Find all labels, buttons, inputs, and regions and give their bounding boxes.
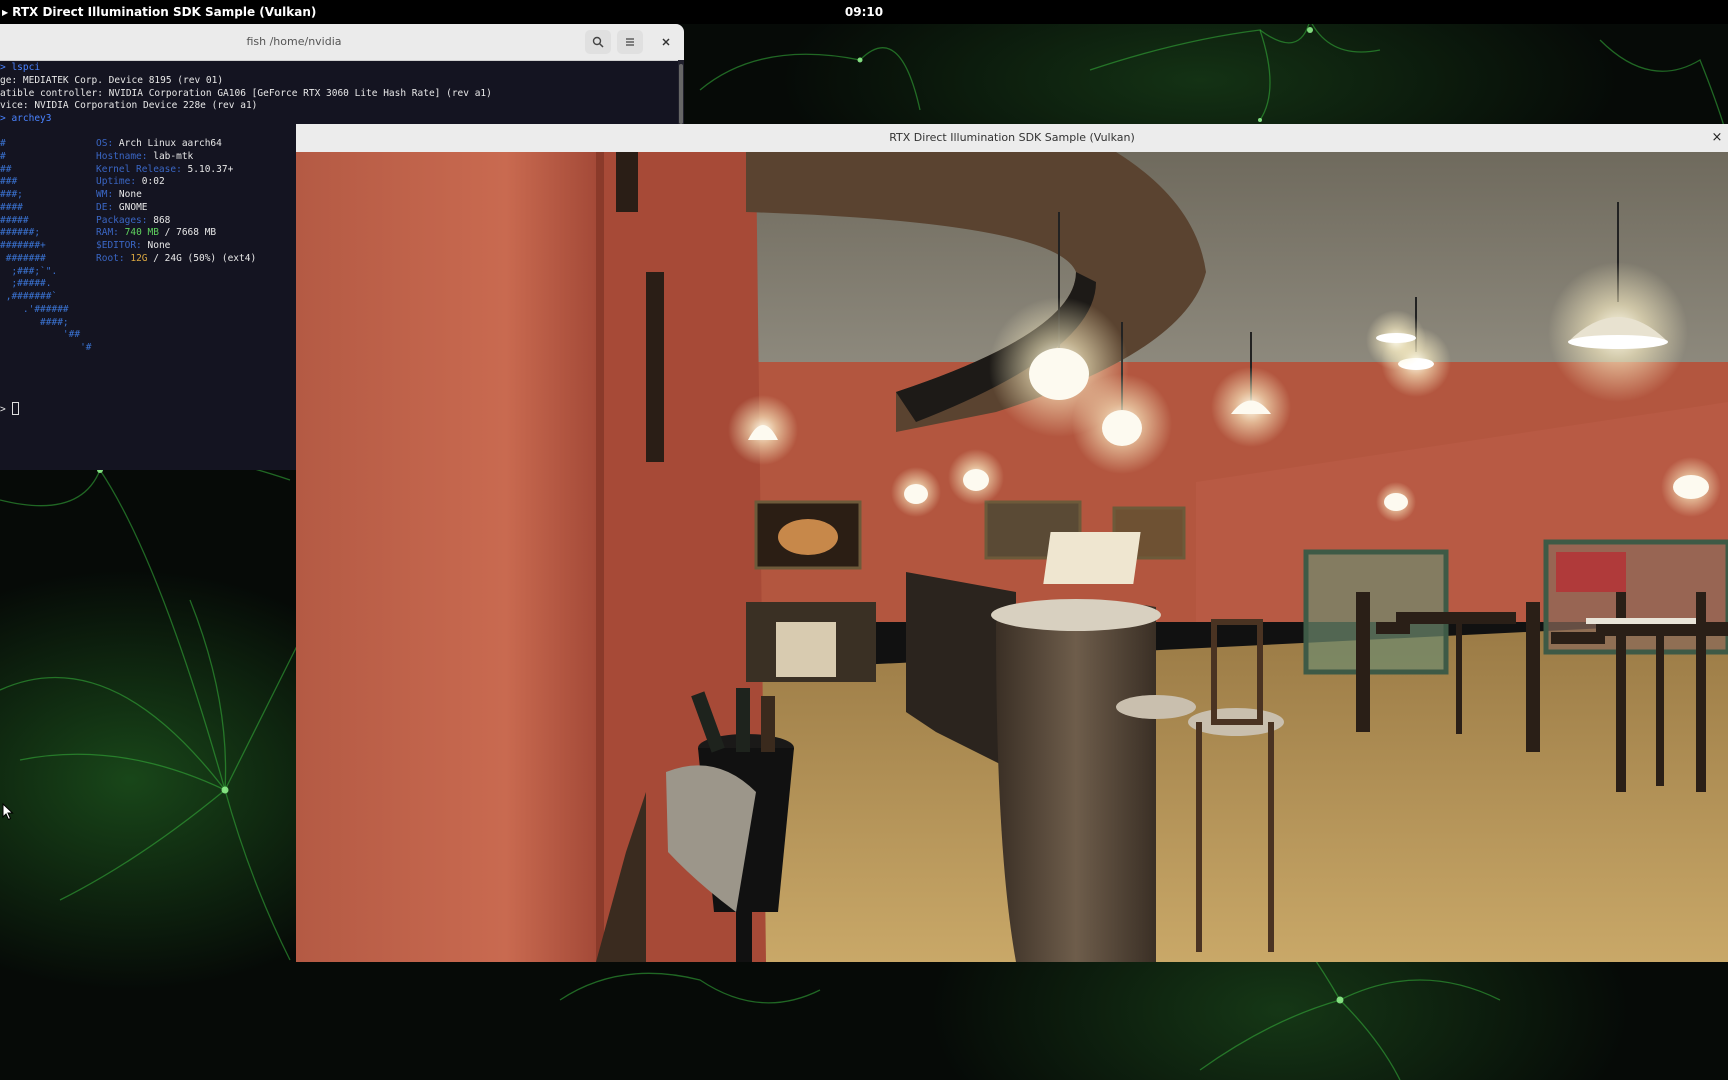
scrollbar-thumb[interactable] <box>679 64 683 124</box>
terminal-line: ge: MEDIATEK Corp. Device 8195 (rev 01) <box>0 75 224 86</box>
archey-hostname: Hostname: lab-mtk <box>96 151 194 162</box>
hamburger-menu-icon <box>626 38 634 46</box>
ascii-art-line: ####### <box>0 253 46 264</box>
terminal-title: fish /home/nvidia <box>246 35 342 48</box>
ascii-art-line: ## <box>0 164 12 175</box>
archey-editor: $EDITOR: None <box>96 240 171 251</box>
app-menu-arrow-icon: ▶ <box>2 7 9 17</box>
vulkan-window-close-button[interactable]: × <box>1708 128 1726 148</box>
terminal-header-bar[interactable]: fish /home/nvidia <box>0 24 684 61</box>
ascii-art-line: ###; <box>0 189 23 200</box>
archey-ram: RAM: 740 MB / 7668 MB <box>96 227 217 238</box>
archey-de: DE: GNOME <box>96 202 148 213</box>
ascii-art-line: ##### <box>0 215 29 226</box>
terminal-menu-button[interactable] <box>617 30 643 54</box>
terminal-cursor <box>12 402 19 415</box>
vulkan-window-title: RTX Direct Illumination SDK Sample (Vulk… <box>889 131 1135 144</box>
archey-uptime: Uptime: 0:02 <box>96 176 165 187</box>
terminal-prompt: > <box>0 404 6 415</box>
ascii-art-line: # <box>0 138 6 149</box>
app-menu-button[interactable]: ▶ RTX Direct Illumination SDK Sample (Vu… <box>0 0 316 24</box>
terminal-line: vice: NVIDIA Corporation Device 228e (re… <box>0 100 258 111</box>
clock[interactable]: 09:10 <box>845 5 883 19</box>
ascii-art-line: #### <box>0 202 23 213</box>
ascii-art-line: ,#######` <box>0 291 58 302</box>
archey-os: OS: Arch Linux aarch64 <box>96 138 222 149</box>
terminal-search-button[interactable] <box>585 30 611 54</box>
terminal-line: atible controller: NVIDIA Corporation GA… <box>0 88 492 99</box>
ascii-art-line: '## <box>0 329 81 340</box>
archey-root: Root: 12G / 24G (50%) (ext4) <box>96 253 257 264</box>
archey-wm: WM: None <box>96 189 142 200</box>
ascii-art-line: # <box>0 151 6 162</box>
ascii-art-line: ;#####. <box>0 278 52 289</box>
vulkan-window-header[interactable]: RTX Direct Illumination SDK Sample (Vulk… <box>296 124 1728 153</box>
ascii-art-line: ####; <box>0 317 69 328</box>
mouse-pointer-icon <box>2 803 14 821</box>
render-viewport[interactable] <box>296 152 1728 962</box>
ascii-art-line: ### <box>0 176 18 187</box>
close-icon: × <box>1711 130 1723 145</box>
ascii-art-line: ;###;`". <box>0 266 58 277</box>
app-menu-label: RTX Direct Illumination SDK Sample (Vulk… <box>12 5 317 19</box>
top-bar: ▶ RTX Direct Illumination SDK Sample (Vu… <box>0 0 1728 24</box>
terminal-close-button[interactable] <box>653 30 679 54</box>
ascii-art-line: .'###### <box>0 304 69 315</box>
terminal-line: > lspci <box>0 62 41 73</box>
close-icon <box>662 38 670 46</box>
search-icon <box>592 36 604 48</box>
ascii-art-line: '# <box>0 342 92 353</box>
archey-kernel: Kernel Release: 5.10.37+ <box>96 164 234 175</box>
ascii-art-line: ######; <box>0 227 41 238</box>
terminal-line: > archey3 <box>0 113 52 124</box>
archey-packages: Packages: 868 <box>96 215 171 226</box>
restaurant-scene-render <box>296 152 1728 962</box>
ascii-art-line: #######+ <box>0 240 46 251</box>
vulkan-sample-window[interactable]: RTX Direct Illumination SDK Sample (Vulk… <box>296 124 1728 962</box>
